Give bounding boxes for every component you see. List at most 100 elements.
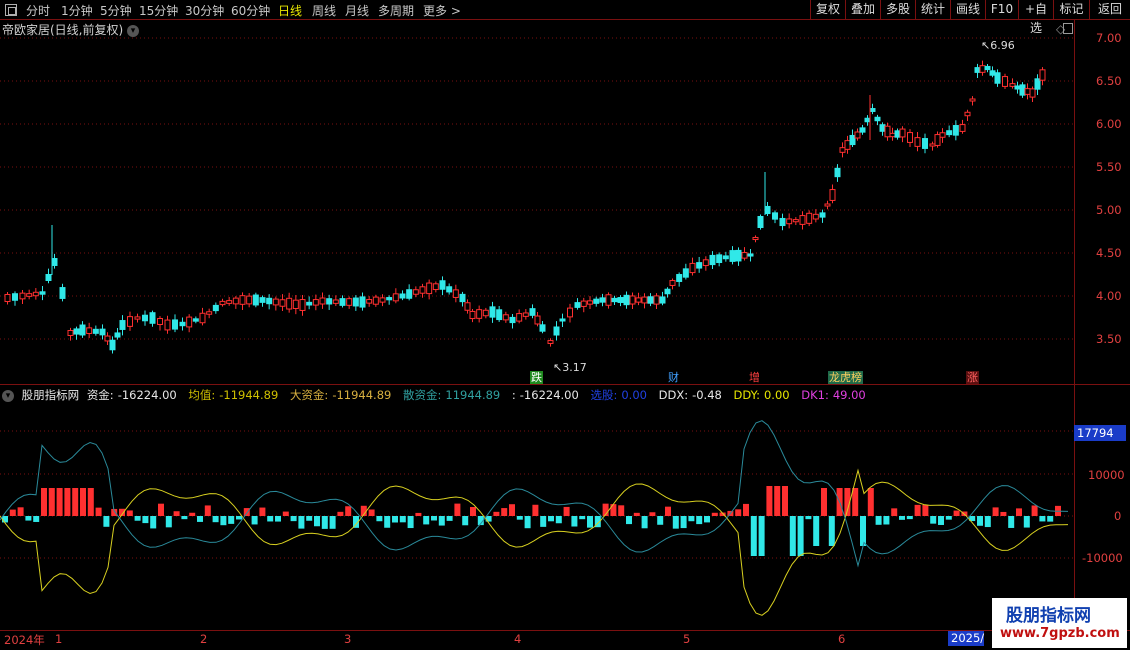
candle-body [26, 293, 33, 297]
candle-body [786, 218, 793, 225]
candle-body [984, 65, 991, 71]
indicator-bar [243, 508, 250, 516]
candle-body [593, 298, 600, 304]
indicator-bar [337, 511, 344, 516]
indicator-bar [165, 516, 172, 528]
candle-body [859, 127, 866, 133]
candle-body [67, 330, 74, 336]
candle-body [332, 299, 339, 304]
candle-body [286, 297, 293, 310]
candle-body [1039, 69, 1046, 81]
indicator-bar [56, 488, 63, 516]
indicator-bar [735, 509, 742, 516]
candle-body [969, 98, 976, 102]
indicator-bar [236, 516, 242, 520]
candle-body [617, 297, 624, 303]
candle-body [567, 307, 573, 318]
indicator-bar [540, 516, 547, 527]
event-marker-rise[interactable]: 涨 [966, 371, 979, 384]
candle-body [587, 300, 593, 305]
candle-body [792, 219, 799, 223]
candle-body [547, 340, 554, 344]
watermark-url: www.7gpzb.com [1000, 626, 1120, 641]
indicator-bar [384, 516, 391, 528]
candle-body [246, 295, 253, 305]
indicator-bar [1008, 516, 1015, 528]
indicator-value: 49.00 [832, 388, 866, 402]
price-tick: 3.50 [1096, 332, 1122, 346]
stock-chart-window: 分时 1分钟 5分钟 15分钟 30分钟 60分钟 日线 周线 月线 多周期 更… [0, 0, 1130, 650]
indicator-bar [314, 516, 320, 527]
candle-body [79, 324, 86, 336]
chart-canvas[interactable] [0, 0, 1130, 650]
indicator-label: DDY: [733, 388, 760, 402]
candle-body [994, 72, 1001, 84]
candle-body [874, 116, 881, 122]
indicator-bar [524, 516, 531, 529]
candle-body [664, 288, 671, 295]
candle-body [446, 286, 453, 293]
candle-body [884, 125, 891, 138]
candle-body [709, 254, 716, 266]
indicator-tick: -10000 [1082, 551, 1123, 565]
indicator-bar [953, 510, 960, 516]
indicator-bar [774, 486, 781, 516]
candle-body [206, 311, 213, 315]
indicator-bar [626, 516, 632, 525]
candle-body [459, 293, 466, 303]
indicator-bar [399, 516, 406, 523]
indicator-bar [945, 516, 952, 520]
event-marker-finance[interactable]: 财 [667, 371, 680, 384]
candle-body [326, 298, 333, 305]
indicator-last-value: 17794 [1074, 425, 1126, 441]
indicator-bar [938, 516, 944, 525]
stock-title: 帝欧家居(日线,前复权) [2, 23, 124, 37]
candle-body [419, 286, 426, 294]
candle-body [439, 280, 446, 290]
indicator-ddx: DDX: -0.48 [659, 388, 726, 402]
candle-body [226, 300, 233, 304]
candle-body [386, 297, 393, 301]
indicator-bar [1039, 516, 1046, 522]
candle-body [653, 295, 660, 305]
chevron-down-icon[interactable]: ▾ [127, 24, 140, 37]
event-marker-dragon-tiger[interactable]: 龙虎榜 [828, 371, 863, 384]
indicator-bar [189, 512, 196, 516]
candle-body [669, 280, 676, 286]
indicator-bar [758, 516, 765, 556]
candle-body [379, 297, 386, 303]
indicator-bar [587, 516, 593, 528]
event-marker-drop[interactable]: 跌 [530, 371, 543, 384]
indicator-bar [641, 516, 648, 529]
candle-body [689, 262, 696, 274]
indicator-bar [548, 516, 554, 522]
indicator-value: -11944.89 [332, 388, 392, 402]
candle-body [109, 339, 116, 351]
candle-body [502, 314, 509, 321]
candle-body [979, 65, 986, 73]
candle-body [806, 212, 813, 224]
candle-body [914, 137, 921, 147]
candle-body [580, 300, 587, 307]
candle-body [611, 297, 618, 303]
event-marker-increase[interactable]: 增 [748, 371, 761, 384]
indicator-value: 0.00 [763, 388, 790, 402]
candle-body [894, 130, 901, 138]
indicator-big-fund: 大资金: -11944.89 [290, 388, 395, 402]
candle-body [164, 319, 171, 331]
candle-body [272, 298, 279, 306]
candle-body [114, 332, 121, 338]
watermark: 股朋指标网 www.7gpzb.com [992, 598, 1127, 648]
indicator-bar [813, 516, 820, 546]
chevron-down-icon[interactable]: ▾ [2, 389, 14, 402]
panel-toggle-icon[interactable] [1063, 23, 1073, 34]
high-price-value: 6.96 [990, 39, 1015, 52]
candle-body [934, 134, 941, 146]
candle-body [676, 274, 683, 282]
date-label: 2024年 [4, 633, 45, 647]
indicator-bar [750, 516, 757, 556]
candle-body [635, 297, 642, 303]
indicator-label: 散资金: [403, 388, 442, 402]
candle-body [696, 262, 703, 269]
indicator-label: : [511, 388, 516, 402]
